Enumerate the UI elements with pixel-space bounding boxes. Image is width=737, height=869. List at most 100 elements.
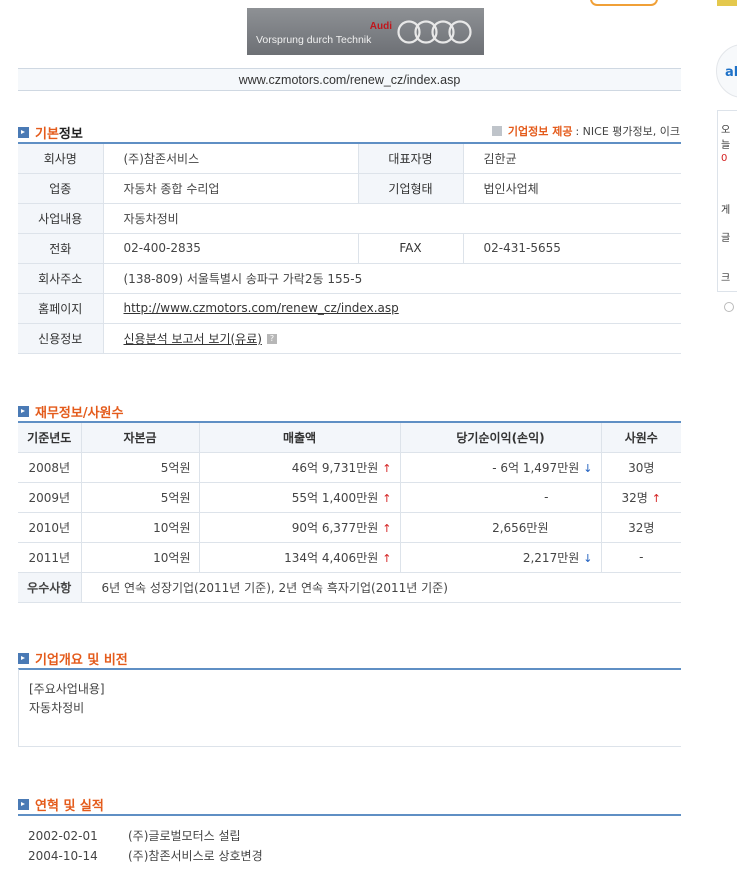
col-sales: 매출액: [199, 422, 401, 453]
cell-staff: 32명: [601, 512, 681, 543]
side-panel-item: 0: [721, 153, 728, 164]
business-value: 자동차정비: [103, 203, 681, 234]
overview-line: [주요사업내용]: [29, 682, 105, 696]
arrow-up-icon: ↑: [382, 461, 392, 475]
arrow-down-icon: ↓: [583, 551, 593, 565]
top-orange-button[interactable]: [590, 0, 658, 6]
cell-staff: 30명: [601, 452, 681, 483]
cell-capital: 10억원: [81, 512, 200, 543]
table-row: 신용정보 신용분석 보고서 보기(유료)?: [18, 323, 681, 354]
table-row: 홈페이지 http://www.czmotors.com/renew_cz/in…: [18, 293, 681, 324]
col-year: 기준년도: [18, 422, 82, 453]
company-name: (주)참존서비스: [103, 143, 358, 174]
cell-sales: 55억 1,400만원 ↑: [199, 482, 401, 513]
list-item: 2004-10-14 (주)참존서비스로 상호변경: [28, 849, 263, 863]
cell-year: 2009년: [18, 482, 82, 513]
table-row: 2011년 10억원 134억 4,406만원 ↑ 2,217만원 ↓ -: [18, 542, 681, 573]
merit-value: 6년 연속 성장기업(2011년 기준), 2년 연속 흑자기업(2011년 기…: [81, 572, 681, 603]
basic-info-title: 기본 정보: [18, 123, 83, 142]
bullet-arrow-icon: [18, 799, 29, 810]
cell-profit: -: [400, 482, 602, 513]
audi-rings-icon: [397, 20, 472, 44]
arrow-down-icon: ↓: [583, 461, 593, 475]
audi-tagline: Vorsprung durch Technik: [256, 34, 372, 46]
cell-sales: 134억 4,406만원 ↑: [199, 542, 401, 573]
cell-capital: 5억원: [81, 482, 200, 513]
bullet-arrow-icon: [18, 653, 29, 664]
phone-value: 02-400-2835: [103, 233, 358, 264]
yellow-banner[interactable]: [717, 0, 737, 6]
col-staff: 사원수: [601, 422, 681, 453]
bullet-icon: [491, 126, 502, 136]
cell-sales: 46억 9,731만원 ↑: [199, 452, 401, 483]
audi-brand-text: Audi: [369, 21, 392, 32]
phone-label: 전화: [18, 233, 104, 264]
table-row: 2010년 10억원 90억 6,377만원 ↑ 2,656만원 32명: [18, 512, 681, 543]
table-row: 전화 02-400-2835 FAX 02-431-5655: [18, 233, 681, 264]
table-row: 회사명 (주)참존서비스 대표자명 김한균: [18, 143, 681, 174]
side-panel-item: 오늘: [721, 125, 731, 151]
cell-profit: - 6억 1,497만원 ↓: [400, 452, 602, 483]
homepage-link[interactable]: http://www.czmotors.com/renew_cz/index.a…: [124, 301, 399, 315]
cell-capital: 10억원: [81, 542, 200, 573]
table-row: 사업내용 자동차정비: [18, 203, 681, 234]
finance-table: 기준년도 자본금 매출액 당기순이익(손익) 사원수 2008년 5억원 46억…: [18, 421, 681, 603]
overview-box: [주요사업내용] 자동차정비: [18, 668, 681, 747]
industry-value: 자동차 종합 수리업: [103, 173, 358, 204]
cell-profit: 2,656만원: [400, 512, 602, 543]
arrow-up-icon: ↑: [651, 491, 662, 505]
basic-info-table: 회사명 (주)참존서비스 대표자명 김한균 업종 자동차 종합 수리업 기업형태…: [18, 142, 681, 354]
overview-title: 기업개요 및 비전: [18, 649, 128, 668]
cell-capital: 5억원: [81, 452, 200, 483]
ceo-label: 대표자명: [357, 143, 464, 174]
finance-title: 재무정보/사원수: [18, 402, 123, 421]
bullet-arrow-icon: [18, 406, 29, 417]
company-label: 회사명: [18, 143, 104, 174]
arrow-up-icon: ↑: [382, 551, 392, 565]
industry-label: 업종: [18, 173, 104, 204]
overview-line: 자동차정비: [29, 701, 85, 715]
homepage-label: 홈페이지: [18, 293, 104, 324]
credit-label: 신용정보: [18, 323, 104, 354]
table-header-row: 기준년도 자본금 매출액 당기순이익(손익) 사원수: [18, 422, 681, 453]
ceo-name: 김한균: [463, 143, 681, 174]
side-panel[interactable]: 오늘 0 게 글 크: [717, 110, 737, 292]
audi-banner[interactable]: Audi Vorsprung durch Technik: [247, 8, 484, 55]
col-profit: 당기순이익(손익): [400, 422, 602, 453]
history-title: 연혁 및 실적: [18, 795, 104, 814]
info-provider: 기업정보 제공 : NICE 평가정보, 이크: [491, 123, 680, 139]
side-panel-item: 글: [721, 233, 731, 244]
cell-staff: 32명 ↑: [601, 482, 681, 513]
col-capital: 자본금: [81, 422, 200, 453]
cell-year: 2008년: [18, 452, 82, 483]
url-bar[interactable]: www.czmotors.com/renew_cz/index.asp: [18, 68, 681, 91]
credit-report-link[interactable]: 신용분석 보고서 보기(유료): [124, 332, 262, 346]
merit-label: 우수사항: [18, 572, 82, 603]
side-panel-item: 게: [721, 205, 731, 216]
table-row: 2009년 5억원 55억 1,400만원 ↑ - 32명 ↑: [18, 482, 681, 513]
cell-sales: 90억 6,377만원 ↑: [199, 512, 401, 543]
right-side-rail: al 오늘 0 게 글 크: [712, 0, 737, 869]
table-row: 회사주소 (138-809) 서울특별시 송파구 가락2동 155-5: [18, 263, 681, 294]
list-item: 2002-02-01 (주)글로벌모터스 설립: [28, 829, 241, 843]
bullet-arrow-icon: [18, 127, 29, 138]
fax-value: 02-431-5655: [463, 233, 681, 264]
table-row: 2008년 5억원 46억 9,731만원 ↑ - 6억 1,497만원 ↓ 30명: [18, 452, 681, 483]
table-row: 업종 자동차 종합 수리업 기업형태 법인사업체: [18, 173, 681, 204]
side-panel-item: 크: [721, 273, 731, 284]
address-value: (138-809) 서울특별시 송파구 가락2동 155-5: [103, 263, 681, 294]
help-icon[interactable]: ?: [266, 334, 277, 344]
cell-year: 2010년: [18, 512, 82, 543]
history-list: 2002-02-01 (주)글로벌모터스 설립 2004-10-14 (주)참존서비…: [18, 814, 681, 869]
cell-year: 2011년: [18, 542, 82, 573]
type-value: 법인사업체: [463, 173, 681, 204]
table-row: 우수사항 6년 연속 성장기업(2011년 기준), 2년 연속 흑자기업(20…: [18, 572, 681, 603]
fax-label: FAX: [357, 233, 464, 264]
address-label: 회사주소: [18, 263, 104, 294]
side-ad-circle[interactable]: al: [716, 44, 737, 98]
arrow-up-icon: ↑: [382, 491, 392, 505]
cell-staff: -: [601, 542, 681, 573]
cell-profit: 2,217만원 ↓: [400, 542, 602, 573]
scroll-up-icon[interactable]: [724, 302, 734, 312]
type-label: 기업형태: [357, 173, 464, 204]
